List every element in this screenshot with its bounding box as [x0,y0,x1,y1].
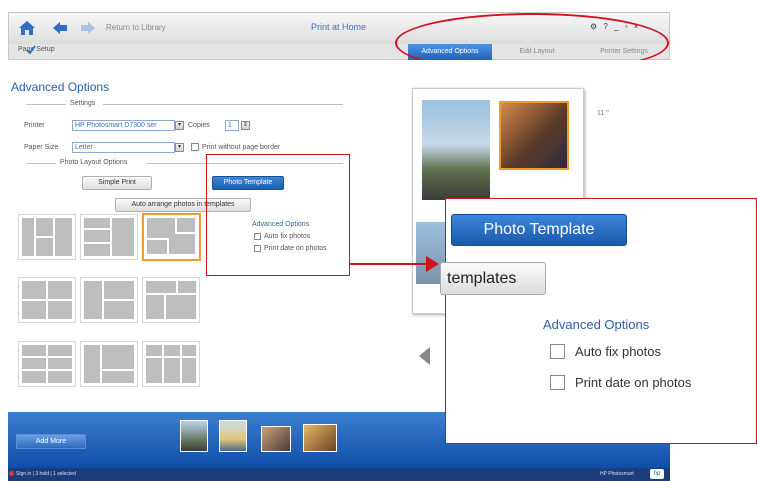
divider [103,104,343,105]
printer-select[interactable]: HP Photosmart D7300 ser [72,120,175,131]
status-bar [8,468,670,481]
back-arrow-icon[interactable] [52,21,68,35]
status-text: Sign in | 3 held | 1 selected [16,471,76,477]
template-thumbnail[interactable] [80,277,138,323]
divider [26,163,56,164]
template-thumbnail[interactable] [18,277,76,323]
app-window: Return to Library Print at Home ⚙ ? _ ▫ … [0,0,757,481]
tray-photo-thumbnail[interactable] [180,420,208,452]
zoomed-auto-fix-label: Auto fix photos [575,344,661,359]
simple-print-button[interactable]: Simple Print [82,176,152,190]
zoomed-print-date-checkbox[interactable] [550,375,565,390]
check-icon [26,45,36,55]
copies-stepper-icon[interactable]: ⇕ [241,121,250,130]
tray-photo-thumbnail[interactable] [219,420,247,452]
zoomed-photo-template-button[interactable]: Photo Template [451,214,627,246]
zoomed-advanced-options-label: Advanced Options [543,317,650,332]
tray-photo-thumbnail[interactable] [303,424,337,452]
tray-photo-thumbnail[interactable] [261,426,291,452]
panel-title: Advanced Options [11,80,110,94]
preview-photo-group[interactable] [499,101,569,170]
borderless-checkbox[interactable] [191,143,199,151]
callout-source-box [206,154,350,276]
template-thumbnail[interactable] [80,341,138,387]
paper-size-dropdown-icon[interactable]: ▾ [175,143,184,152]
return-to-library-link[interactable]: Return to Library [106,23,166,32]
template-thumbnail-selected[interactable] [142,213,201,261]
divider [26,104,66,105]
add-more-button[interactable]: Add More [16,434,86,449]
zoomed-auto-fix-checkbox[interactable] [550,344,565,359]
page-setup-link[interactable]: Page Setup [18,45,55,55]
app-title: Print at Home [311,22,367,32]
forward-arrow-icon[interactable] [80,21,96,35]
copies-label: Copies [188,122,210,129]
template-thumbnail[interactable] [18,214,76,260]
hp-logo: hp [650,469,664,479]
settings-section-label: Settings [70,100,96,107]
template-thumbnail[interactable] [142,341,200,387]
home-icon[interactable] [18,20,36,36]
printer-dropdown-icon[interactable]: ▾ [175,121,184,130]
borderless-label: Print without page border [202,144,281,151]
brand-text: HP Photosmart [600,471,634,477]
template-thumbnail[interactable] [80,214,138,260]
previous-page-arrow-icon[interactable] [419,347,430,365]
template-thumbnail[interactable] [18,341,76,387]
status-dot-icon [9,471,14,476]
preview-photo-eiffel-tower[interactable] [422,100,490,200]
template-thumbnail[interactable] [142,277,200,323]
copies-input[interactable]: 1 [225,120,239,131]
layout-options-label: Photo Layout Options [60,159,128,166]
printer-label: Printer [24,122,45,129]
callout-arrow-icon [426,256,439,272]
page-setup-label: Page Setup [18,46,55,53]
zoomed-print-date-label: Print date on photos [575,375,692,390]
zoomed-auto-arrange-button[interactable]: templates [440,262,546,295]
paper-size-select[interactable]: Letter [72,142,175,153]
paper-size-label: Paper Size [24,144,59,151]
page-size-label: 11 " [597,110,609,117]
callout-connector-line [350,263,430,265]
